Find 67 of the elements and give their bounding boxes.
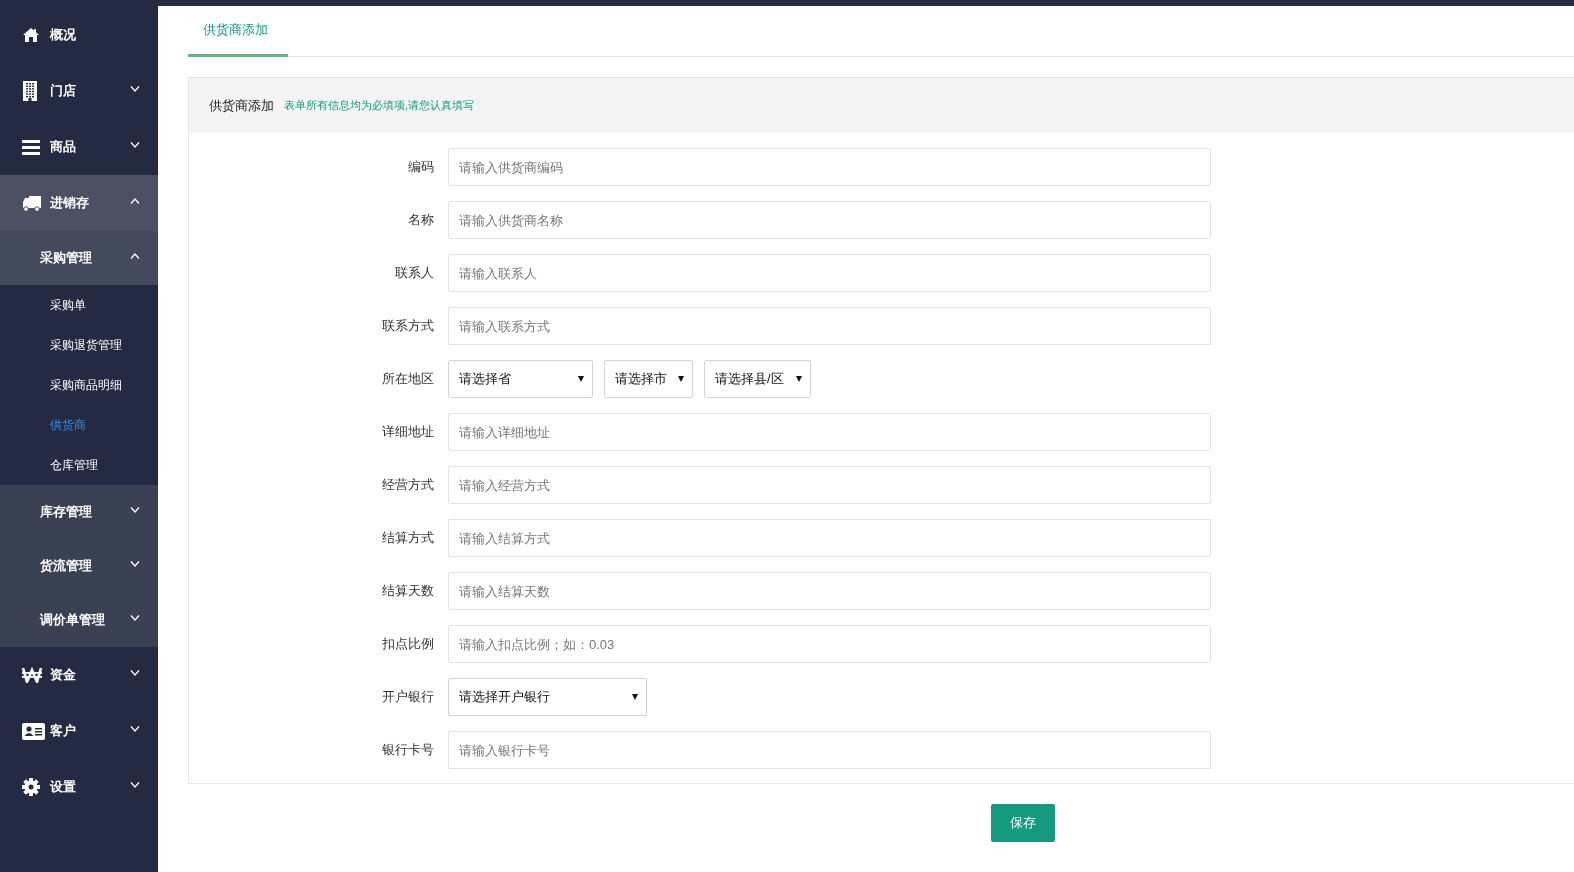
dropdown-arrow-icon [678,376,684,382]
dropdown-arrow-icon [578,376,584,382]
sidebar-subitem[interactable]: 货流管理 [0,539,158,593]
field-label: 编码 [407,158,435,176]
field-label: 开户银行 [381,688,435,706]
sidebar-link[interactable]: 采购退货管理 [0,325,158,365]
sidebar-link[interactable]: 供货商 [0,405,158,445]
input-field[interactable]: 请输入经营方式 [448,466,1211,504]
sidebar-item[interactable]: 资金 [0,647,158,703]
input-field[interactable]: 请输入详细地址 [448,413,1211,451]
input-field[interactable]: 请输入联系方式 [448,307,1211,345]
sidebar-subitem[interactable]: 采购管理 [0,231,158,285]
field-label: 名称 [407,211,435,229]
home-icon [22,27,40,43]
select-field[interactable]: 请选择开户银行 [448,678,647,716]
chevron-down-icon [130,142,140,148]
chevron-up-icon [130,253,140,259]
chevron-down-icon [130,782,140,788]
tab[interactable]: 供货商添加 [188,6,288,57]
truck-icon [22,194,42,212]
field-label: 联系方式 [381,317,435,335]
sidebar-item[interactable]: 进销存 [0,175,158,231]
save-button[interactable]: 保存 [991,804,1055,842]
field-label: 扣点比例 [381,635,435,653]
select-field[interactable]: 请选择县/区 [704,360,811,398]
sidebar-item[interactable]: 门店 [0,63,158,119]
chevron-down-icon [130,86,140,92]
field-label: 结算方式 [381,529,435,547]
building-icon [22,81,38,101]
input-field[interactable]: 请输入扣点比例；如：0.03 [448,625,1211,663]
chevron-down-icon [130,670,140,676]
dropdown-arrow-icon [796,376,802,382]
input-field[interactable]: 请输入结算天数 [448,572,1211,610]
input-field[interactable]: 请输入联系人 [448,254,1211,292]
field-label: 银行卡号 [381,741,435,759]
sidebar-item[interactable]: 商品 [0,119,158,175]
chevron-down-icon [130,507,140,513]
input-field[interactable]: 请输入结算方式 [448,519,1211,557]
sidebar-item[interactable]: 概况 [0,7,158,63]
dropdown-arrow-icon [632,694,638,700]
sidebar-link[interactable]: 采购商品明细 [0,365,158,405]
panel-note: 表单所有信息均为必填项,请您认真填写 [284,98,475,113]
chevron-down-icon [130,561,140,567]
sidebar-link[interactable]: 采购单 [0,285,158,325]
input-field[interactable]: 请输入供货商编码 [448,148,1211,186]
sidebar-link[interactable]: 仓库管理 [0,445,158,485]
sidebar-subitem[interactable]: 库存管理 [0,485,158,539]
won-icon [22,667,42,683]
field-label: 经营方式 [381,476,435,494]
field-label: 所在地区 [381,370,435,388]
menu-icon [22,139,40,155]
sidebar-item[interactable]: 设置 [0,759,158,815]
select-field[interactable]: 请选择省 [448,360,593,398]
input-field[interactable]: 请输入银行卡号 [448,731,1211,769]
field-label: 联系人 [394,264,435,282]
id-card-icon [22,722,45,740]
chevron-down-icon [130,726,140,732]
field-label: 结算天数 [381,582,435,600]
settings-icon [22,778,40,796]
sidebar-subitem[interactable]: 调价单管理 [0,593,158,647]
input-field[interactable]: 请输入供货商名称 [448,201,1211,239]
panel-title: 供货商添加 [209,96,274,115]
chevron-down-icon [130,615,140,621]
select-field[interactable]: 请选择市 [604,360,693,398]
field-label: 详细地址 [381,423,435,441]
chevron-up-icon [130,198,140,204]
sidebar-item[interactable]: 客户 [0,703,158,759]
